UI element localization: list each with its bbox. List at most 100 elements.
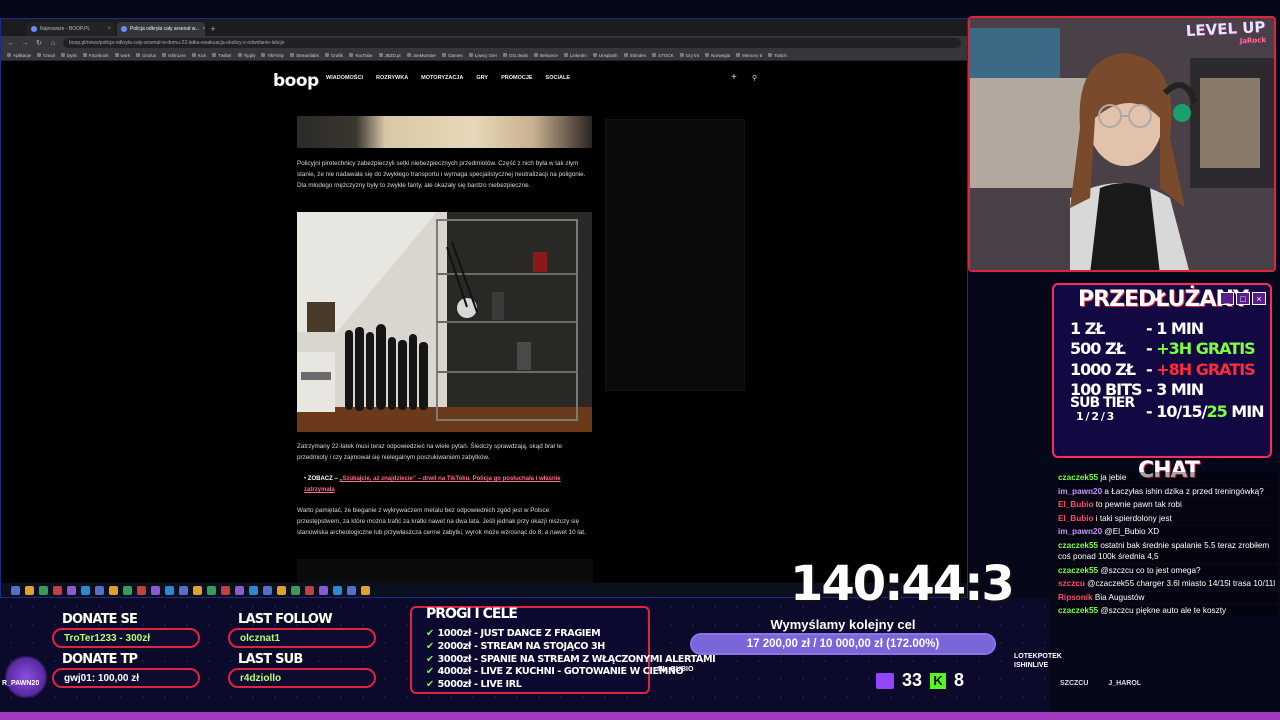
chat-message: szczcu @czaczek55 charger 3.6l miasto 14…: [1058, 578, 1278, 590]
back-icon[interactable]: ←: [7, 40, 15, 47]
chat-message: El_Bubio to pewnie pawn tak robi: [1058, 499, 1278, 511]
close-tab-icon[interactable]: ×: [107, 26, 111, 32]
bookmark-item[interactable]: Twitch: [768, 53, 787, 58]
bookmark-item[interactable]: Gmail: [37, 53, 55, 58]
forward-icon[interactable]: →: [21, 40, 29, 47]
bookmark-item[interactable]: Tipply: [238, 53, 256, 58]
chat-username: El_Bubio: [1058, 513, 1094, 523]
taskbar-app-icon[interactable]: [193, 585, 202, 595]
taskbar-app-icon[interactable]: [67, 585, 76, 595]
taskbar-app-icon[interactable]: [235, 585, 244, 595]
bookmark-item[interactable]: Twitter: [212, 53, 231, 58]
nav-link-motoryzacja[interactable]: MOTORYZACJA: [421, 75, 463, 81]
reload-icon[interactable]: ↻: [35, 39, 43, 47]
chat-message: czaczek55 ja jebie: [1058, 472, 1278, 484]
taskbar-app-icon[interactable]: [137, 585, 146, 595]
bookmark-item[interactable]: LinkedIn: [564, 53, 587, 58]
bookmark-item[interactable]: Facebook: [83, 53, 109, 58]
address-bar: ← → ↻ ⌂ boop.pl/news/policja-odkryla-cal…: [1, 36, 967, 50]
bookmark-item[interactable]: TikFinity: [261, 53, 284, 58]
bookmark-item[interactable]: GG.deals: [503, 53, 528, 58]
last-follow-label: LAST FOLLOW: [238, 612, 333, 627]
taskbar-app-icon[interactable]: [263, 585, 272, 595]
taskbar-app-icon[interactable]: [123, 585, 132, 595]
bookmark-item[interactable]: work: [115, 53, 131, 58]
taskbar-app-icon[interactable]: [319, 585, 328, 595]
bookmark-item[interactable]: JoeMonster: [407, 53, 437, 58]
nav-link-gry[interactable]: GRY: [476, 75, 488, 81]
taskbar-app-icon[interactable]: [333, 585, 342, 595]
taskbar-app-icon[interactable]: [109, 585, 118, 595]
bookmark-item[interactable]: Streamlabs: [290, 53, 319, 58]
chat-username: im_pawn20: [1058, 527, 1103, 536]
bookmark-item[interactable]: Games: [442, 53, 463, 58]
bookmark-item[interactable]: Norwegia: [705, 53, 730, 58]
taskbar-app-icon[interactable]: [207, 585, 216, 595]
taskbar-app-icon[interactable]: [291, 585, 300, 595]
taskbar-app-icon[interactable]: [81, 585, 90, 595]
bookmark-item[interactable]: JBZD.pl: [379, 53, 401, 58]
bookmark-item[interactable]: Dysk: [61, 53, 77, 58]
webcam-frame: LEVEL UP JaRock: [968, 16, 1276, 272]
taskbar-app-icon[interactable]: [11, 585, 20, 595]
taskbar-app-icon[interactable]: [361, 585, 370, 595]
plus-icon[interactable]: +: [731, 72, 737, 83]
related-article-link[interactable]: „Szukajcie, aż znajdziecie” – drwił na T…: [304, 476, 561, 493]
nav-link-rozrywka[interactable]: ROZRYWKA: [376, 75, 408, 81]
bookmark-item[interactable]: YouTube: [349, 53, 373, 58]
tab-najnowsze[interactable]: Najnowsze - BOOP.PL ×: [27, 22, 115, 36]
chat-text: to pewnie pawn tak robi: [1095, 500, 1182, 509]
search-icon[interactable]: ⚲: [752, 74, 757, 82]
taskbar-app-icon[interactable]: [25, 585, 34, 595]
goal-item: ✔ 5000zł - LIVE IRL: [426, 679, 522, 691]
el-bubio-label: EL_BUBIO: [658, 666, 694, 673]
taskbar-app-icon[interactable]: [179, 585, 188, 595]
taskbar-app-icon[interactable]: [165, 585, 174, 595]
sprite-label: R_PAWN20: [2, 680, 40, 687]
home-icon[interactable]: ⌂: [49, 40, 57, 47]
nav-link-wiadomości[interactable]: WIADOMOŚCI: [326, 75, 363, 81]
close-tab-icon[interactable]: ×: [202, 26, 205, 32]
subathon-timer: 140:44:3: [790, 556, 1015, 612]
bookmark-item[interactable]: IshinLive: [162, 53, 186, 58]
taskbar-app-icon[interactable]: [277, 585, 286, 595]
article-paragraph: Policyjni pirotechnicy zabezpieczyli set…: [297, 160, 586, 189]
bookmark-item[interactable]: Oculus: [136, 53, 156, 58]
taskbar-app-icon[interactable]: [347, 585, 356, 595]
taskbar-app-icon[interactable]: [53, 585, 62, 595]
chat-username: Ripsonik: [1058, 592, 1093, 602]
tab-article[interactable]: Policja odkryła cały arsenał w... ×: [117, 22, 205, 36]
goal-item: ✔ 1000zł - JUST DANCE Z FRAGIEM: [426, 628, 601, 639]
new-tab-button[interactable]: +: [207, 22, 219, 36]
nav-link-promocje[interactable]: PROMOCJE: [501, 75, 532, 81]
url-field[interactable]: boop.pl/news/policja-odkryla-caly-arsena…: [63, 38, 961, 48]
bookmark-item[interactable]: Aplikacje: [7, 53, 31, 58]
taskbar-app-icon[interactable]: [249, 585, 258, 595]
sub-tier-row: SUB TIER 1 / 2 / 3 - 10/15/25 MIN: [1070, 395, 1265, 424]
taskbar-app-icon[interactable]: [305, 585, 314, 595]
bookmark-item[interactable]: Unsplash: [593, 53, 618, 58]
taskbar-app-icon[interactable]: [151, 585, 160, 595]
subathon-rule-row: 1000 ZŁ - +8H GRATIS: [1070, 359, 1256, 379]
site-logo[interactable]: boop: [273, 71, 319, 91]
bookmark-item[interactable]: Memory 5: [736, 53, 762, 58]
maximize-icon: □: [1236, 292, 1250, 305]
sub-tier-sub: 1 / 2 / 3: [1076, 410, 1114, 424]
nav-link-sociale[interactable]: SOCIALE: [546, 75, 570, 81]
goal-item: ✔ 3000zł - SPANIE NA STREAM Z WŁĄCZONYMI …: [426, 653, 716, 665]
taskbar-app-icon[interactable]: [39, 585, 48, 595]
bookmark-item[interactable]: Łowcy Gier: [469, 53, 498, 58]
kick-icon: K: [930, 672, 947, 689]
bookmark-item[interactable]: Kick: [192, 53, 207, 58]
taskbar-app-icon[interactable]: [221, 585, 230, 595]
bookmark-item[interactable]: Shinden: [624, 53, 647, 58]
bookmark-item[interactable]: STOCK: [652, 53, 673, 58]
bookmark-item[interactable]: Behance: [534, 53, 558, 58]
taskbar-app-icon[interactable]: [95, 585, 104, 595]
favicon-icon: [121, 26, 127, 32]
goals-list: ✔ 1000zł - JUST DANCE Z FRAGIEM ✔ 2000zł - …: [426, 628, 716, 692]
chat-text: ja jebie: [1100, 473, 1127, 482]
bookmark-item[interactable]: Gry tnt: [680, 53, 700, 58]
chat-message: El_Bubio i taki spierdolony jest: [1058, 512, 1278, 524]
bookmark-item[interactable]: Grafik: [325, 53, 343, 58]
